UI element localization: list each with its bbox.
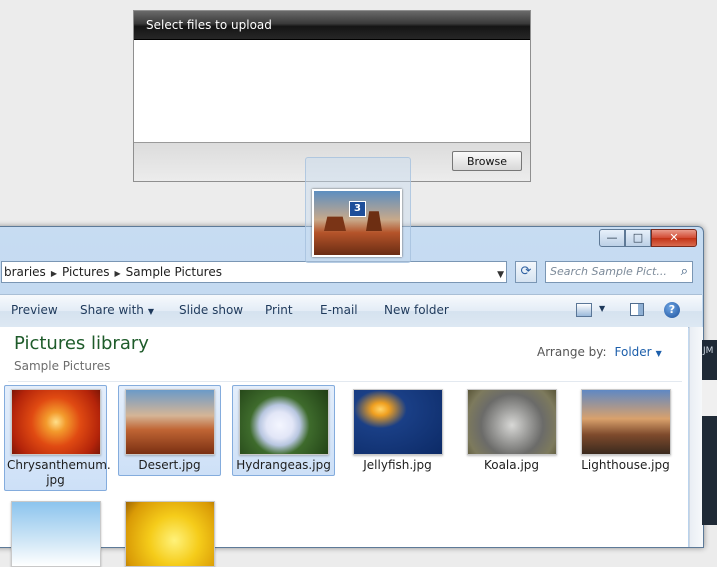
- chevron-down-icon: ▼: [147, 307, 155, 316]
- arrange-by-value[interactable]: Folder: [615, 345, 652, 359]
- file-tile-penguins[interactable]: [4, 497, 107, 567]
- chevron-down-icon[interactable]: ▼: [656, 349, 662, 358]
- new-folder-button[interactable]: New folder: [384, 303, 449, 317]
- background-window-text: JM: [703, 346, 714, 356]
- drag-count-badge: 3: [349, 201, 366, 217]
- share-with-label: Share with: [80, 303, 144, 317]
- explorer-window: — □ ✕ braries ▶ Pictures ▶ Sample Pictures ▼…: [0, 226, 704, 567]
- file-name-line: Chrysanthemum.: [7, 458, 111, 472]
- file-tile-chrysanthemum[interactable]: Chrysanthemum. jpg: [4, 385, 111, 491]
- email-button[interactable]: E-mail: [320, 303, 358, 317]
- minimize-button[interactable]: —: [599, 229, 625, 247]
- chevron-down-icon[interactable]: ▼: [599, 304, 605, 313]
- file-tile-desert[interactable]: Desert.jpg: [118, 385, 221, 476]
- browse-button[interactable]: Browse: [452, 151, 522, 171]
- file-tile-jellyfish[interactable]: Jellyfish.jpg: [346, 385, 449, 476]
- maximize-button[interactable]: □: [625, 229, 651, 247]
- hydrangeas-thumbnail: [238, 389, 329, 455]
- breadcrumb-pictures[interactable]: Pictures: [62, 262, 110, 282]
- file-tile-lighthouse[interactable]: Lighthouse.jpg: [574, 385, 677, 476]
- change-view-icon[interactable]: [576, 303, 592, 317]
- upload-drop-zone[interactable]: [134, 40, 530, 144]
- preview-pane-icon[interactable]: [630, 303, 644, 316]
- desert-thumbnail: [124, 389, 215, 455]
- close-button[interactable]: ✕: [651, 229, 697, 247]
- print-button[interactable]: Print: [265, 303, 293, 317]
- slide-show-button[interactable]: Slide show: [179, 303, 243, 317]
- address-bar[interactable]: braries ▶ Pictures ▶ Sample Pictures ▼: [1, 261, 507, 283]
- file-tile-tulips[interactable]: [118, 497, 221, 567]
- koala-thumbnail: [466, 389, 557, 455]
- arrange-by: Arrange by: Folder ▼: [537, 345, 662, 359]
- file-name: Desert.jpg: [138, 458, 201, 472]
- command-bar: Preview Share with ▼ Slide show Print E-m…: [0, 294, 702, 328]
- penguins-thumbnail: [10, 501, 101, 567]
- refresh-icon[interactable]: ⟳: [515, 261, 537, 283]
- chevron-right-icon[interactable]: ▶: [51, 264, 57, 282]
- background-window: JM: [702, 340, 717, 525]
- library-title: Pictures library: [14, 333, 149, 354]
- chevron-down-icon[interactable]: ▼: [497, 265, 504, 282]
- desert-thumbnail: [312, 189, 402, 257]
- file-tile-hydrangeas[interactable]: Hydrangeas.jpg: [232, 385, 335, 476]
- file-content-area: Pictures library Sample Pictures Arrange…: [0, 327, 688, 567]
- chevron-right-icon[interactable]: ▶: [115, 264, 121, 282]
- file-name: Jellyfish.jpg: [363, 458, 432, 472]
- search-placeholder: Search Sample Pict...: [550, 265, 667, 278]
- divider: [8, 381, 682, 382]
- share-with-button[interactable]: Share with ▼: [80, 303, 154, 317]
- window-controls: — □ ✕: [599, 229, 697, 249]
- preview-button[interactable]: Preview: [11, 303, 58, 317]
- search-icon[interactable]: ⌕: [681, 262, 688, 282]
- upload-header: Select files to upload: [134, 11, 530, 40]
- breadcrumb-libraries[interactable]: braries: [4, 262, 46, 282]
- file-name: Lighthouse.jpg: [581, 458, 670, 472]
- library-header: Pictures library Sample Pictures: [14, 333, 149, 373]
- jellyfish-thumbnail: [352, 389, 443, 455]
- chrysanthemum-thumbnail: [10, 389, 101, 455]
- help-icon[interactable]: ?: [664, 302, 680, 318]
- search-input[interactable]: Search Sample Pict... ⌕: [545, 261, 693, 283]
- arrange-by-label: Arrange by:: [537, 345, 607, 359]
- vertical-scrollbar[interactable]: [689, 327, 703, 547]
- drag-preview: 3: [305, 157, 411, 263]
- lighthouse-thumbnail: [580, 389, 671, 455]
- breadcrumb-sample-pictures[interactable]: Sample Pictures: [126, 262, 222, 282]
- file-tile-koala[interactable]: Koala.jpg: [460, 385, 563, 476]
- background-window-panel: [702, 380, 717, 416]
- tulips-thumbnail: [124, 501, 215, 567]
- file-name-line: jpg: [46, 473, 65, 487]
- file-name: Hydrangeas.jpg: [236, 458, 331, 472]
- library-subtitle: Sample Pictures: [14, 359, 111, 373]
- file-name: Koala.jpg: [483, 458, 540, 472]
- file-name: Chrysanthemum. jpg: [5, 458, 111, 488]
